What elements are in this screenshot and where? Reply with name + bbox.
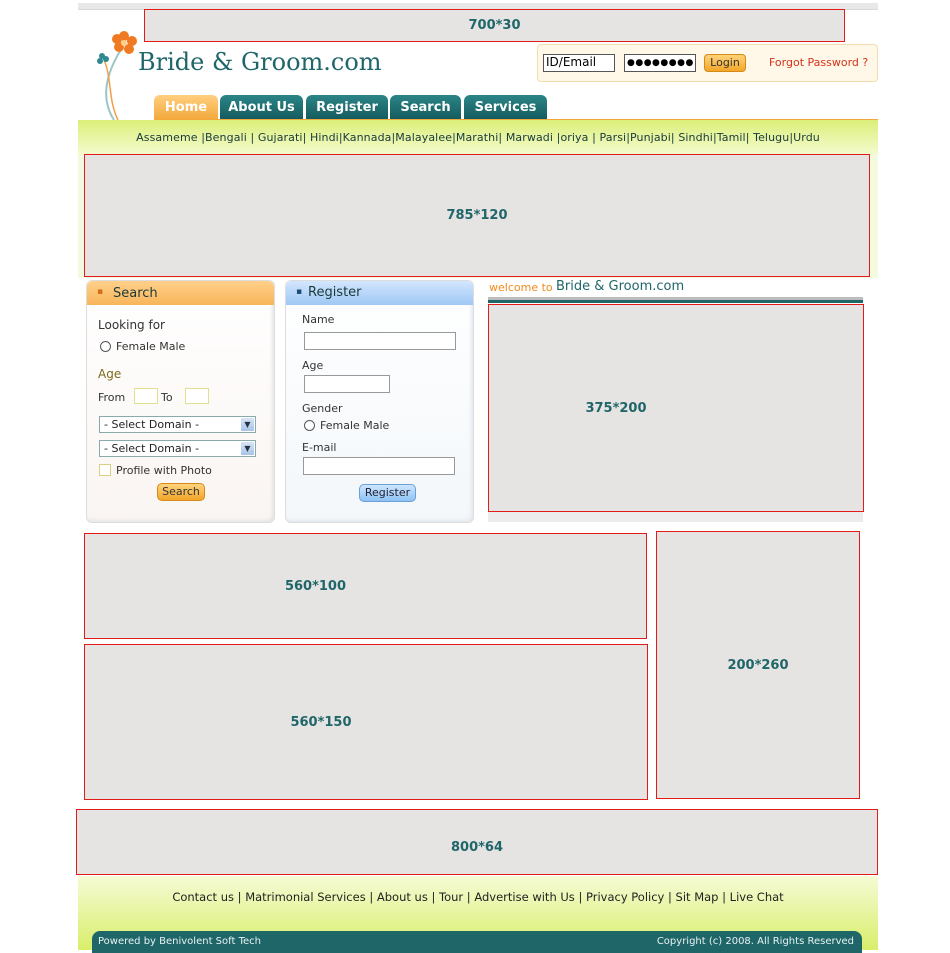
- age-from-input[interactable]: [134, 388, 158, 404]
- chevron-down-icon: ▼: [241, 418, 254, 431]
- welcome-site-name: Bride & Groom.com: [556, 279, 685, 294]
- register-panel: ▪ Register Name Age Gender Female Male E…: [285, 280, 474, 523]
- tab-home-label: Home: [164, 100, 208, 115]
- banner-ad-label: 785*120: [446, 208, 508, 223]
- login-password-input[interactable]: ●●●●●●●●: [624, 54, 696, 72]
- tab-search[interactable]: Search: [390, 95, 461, 120]
- age-to-input[interactable]: [185, 388, 209, 404]
- ad-560x100-placeholder[interactable]: 560*100: [84, 533, 647, 639]
- chevron-down-icon: ▼: [241, 442, 254, 455]
- ad-560x150-label: 560*150: [290, 714, 352, 730]
- ad-200x260-placeholder[interactable]: 200*260: [656, 531, 860, 799]
- tab-services-label: Services: [474, 100, 537, 115]
- search-panel-header: ▪ Search: [87, 281, 274, 305]
- powered-by-text: Powered by Benivolent Soft Tech: [98, 936, 261, 947]
- flower-logo-icon: [97, 31, 137, 121]
- ad-560x150-placeholder[interactable]: 560*150: [84, 644, 648, 800]
- ad-800x64-placeholder[interactable]: 800*64: [76, 809, 878, 875]
- domain-select-2[interactable]: - Select Domain - ▼: [99, 440, 256, 457]
- login-box: ID/Email ●●●●●●●● Login Forgot Password …: [537, 44, 878, 82]
- gender-label: Gender: [302, 402, 343, 415]
- to-label: To: [161, 391, 173, 404]
- tab-register-label: Register: [316, 100, 378, 115]
- copyright-text: Copyright (c) 2008. All Rights Reserved: [656, 936, 854, 947]
- photo-checkbox[interactable]: [99, 464, 111, 476]
- footer-link-about[interactable]: About us: [377, 890, 428, 904]
- welcome-ad-placeholder[interactable]: 375*200: [488, 304, 864, 512]
- footer-link-advertise[interactable]: Advertise with Us: [474, 890, 574, 904]
- tab-about-us[interactable]: About Us: [220, 95, 303, 120]
- footer-links: Contact us | Matrimonial Services | Abou…: [172, 890, 784, 904]
- age-heading: Age: [98, 367, 122, 381]
- from-label: From: [98, 391, 126, 404]
- welcome-divider-2: [488, 300, 863, 303]
- ad-800x64-label: 800*64: [450, 839, 504, 855]
- search-panel-title: Search: [113, 286, 158, 301]
- tab-search-label: Search: [400, 100, 451, 115]
- footer-link-contact[interactable]: Contact us: [172, 890, 234, 904]
- email-input[interactable]: [303, 457, 455, 475]
- email-label: E-mail: [302, 441, 337, 454]
- login-id-input[interactable]: ID/Email: [543, 54, 615, 72]
- domain-select-1[interactable]: - Select Domain - ▼: [99, 416, 256, 433]
- search-button[interactable]: Search: [157, 483, 205, 501]
- gender-option-label: Female Male: [116, 340, 186, 353]
- register-button[interactable]: Register: [359, 484, 416, 502]
- tab-register[interactable]: Register: [306, 95, 388, 120]
- name-input[interactable]: [304, 332, 456, 350]
- welcome-ad-label: 375*200: [585, 400, 647, 416]
- forgot-password-link[interactable]: Forgot Password ?: [769, 56, 868, 69]
- tab-home[interactable]: Home: [154, 95, 218, 120]
- top-ad-placeholder[interactable]: 700*30: [144, 9, 845, 42]
- tab-about-us-label: About Us: [228, 100, 295, 115]
- gender-radio[interactable]: [100, 341, 111, 352]
- looking-for-label: Looking for: [98, 318, 165, 332]
- register-gender-radio[interactable]: [304, 420, 315, 431]
- tab-services[interactable]: Services: [464, 95, 547, 120]
- site-logo-text[interactable]: Bride & Groom.com: [138, 48, 382, 76]
- welcome-prefix: welcome to: [489, 281, 553, 294]
- footer-link-matrimonial[interactable]: Matrimonial Services: [245, 890, 366, 904]
- domain-select-1-value: - Select Domain -: [104, 418, 200, 431]
- login-button[interactable]: Login: [704, 54, 746, 72]
- name-label: Name: [302, 313, 335, 326]
- top-ad-label: 700*30: [468, 18, 521, 33]
- ad-200x260-label: 200*260: [727, 657, 789, 673]
- bullet-icon: ▪: [97, 287, 104, 297]
- age-input[interactable]: [304, 375, 390, 393]
- bullet-icon: ▪: [296, 287, 303, 297]
- profile-photo-label: Profile with Photo: [116, 464, 212, 477]
- footer-link-sitemap[interactable]: Sit Map: [676, 890, 719, 904]
- footer-link-privacy[interactable]: Privacy Policy: [586, 890, 664, 904]
- domain-select-2-value: - Select Domain -: [104, 442, 200, 455]
- search-panel: ▪ Search Looking for Female Male Age Fro…: [86, 280, 275, 523]
- register-gender-option: Female Male: [320, 419, 390, 432]
- ad-560x100-label: 560*100: [284, 578, 347, 594]
- register-panel-title: Register: [308, 285, 362, 300]
- footer-link-chat[interactable]: Live Chat: [730, 890, 784, 904]
- register-panel-header: ▪ Register: [286, 281, 473, 305]
- footer-link-tour[interactable]: Tour: [439, 890, 463, 904]
- banner-ad-placeholder[interactable]: 785*120: [84, 154, 870, 277]
- age-label: Age: [302, 359, 324, 372]
- language-links[interactable]: Assameme |Bengali | Gujarati| Hindi|Kann…: [78, 131, 878, 144]
